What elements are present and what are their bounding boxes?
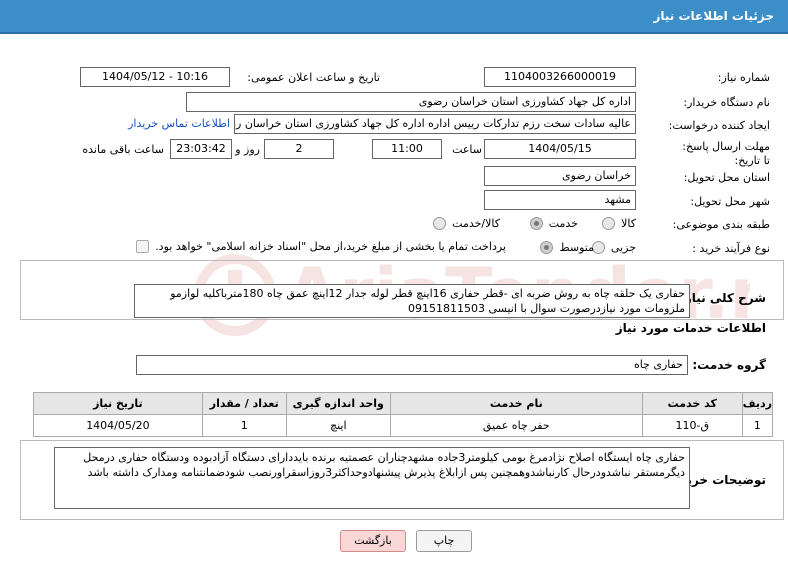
cell-service-name: حفر چاه عمیق: [389, 414, 643, 437]
col-need-date: تاریخ نیاز: [33, 392, 203, 415]
radio-service[interactable]: [529, 217, 543, 230]
days-field: 2: [264, 139, 334, 159]
cell-quantity: 1: [201, 414, 287, 437]
treasury-payment-option[interactable]: پرداخت تمام یا بخشی از مبلغ خرید،از محل …: [136, 240, 506, 253]
buyer-contact-link[interactable]: اطلاعات تماس خریدار: [128, 117, 230, 130]
category-option-service-label: خدمت: [548, 217, 578, 230]
category-option-goods-service-label: کالا/خدمت: [452, 217, 500, 230]
days-label: روز و: [235, 143, 260, 156]
service-group-field: حفاری چاه: [136, 355, 688, 375]
city-label: شهر محل تحویل:: [690, 195, 770, 208]
table-row: 1 ق-110 حفر چاه عمیق اینچ 1 1404/05/20: [33, 414, 774, 437]
col-unit: واحد اندازه گیری: [285, 392, 391, 415]
deadline-date-field: 1404/05/15: [484, 139, 636, 159]
services-table: ردیف کد خدمت نام خدمت واحد اندازه گیری ت…: [33, 392, 774, 437]
deadline-time-field: 11:00: [372, 139, 442, 159]
process-option-medium[interactable]: متوسط: [540, 241, 594, 254]
creator-label: ایجاد کننده درخواست:: [668, 119, 770, 132]
announce-field: 1404/05/12 - 10:16: [80, 67, 230, 87]
province-label: استان محل تحویل:: [683, 171, 770, 184]
category-option-goods-service[interactable]: کالا/خدمت: [433, 217, 500, 230]
services-section-title: اطلاعات خدمات مورد نیاز: [615, 321, 766, 335]
buyer-org-field: اداره کل جهاد کشاورزی استان خراسان رضوی: [186, 92, 636, 112]
col-row: ردیف: [741, 392, 774, 415]
need-number-label: شماره نیاز:: [717, 71, 770, 84]
treasury-payment-note: پرداخت تمام یا بخشی از مبلغ خرید،از محل …: [155, 240, 506, 253]
category-option-goods-label: کالا: [621, 217, 636, 230]
page-title: جزئیات اطلاعات نیاز: [653, 9, 774, 23]
radio-goods[interactable]: [602, 217, 616, 230]
category-option-service[interactable]: خدمت: [529, 217, 578, 230]
col-service-name: نام خدمت: [389, 392, 643, 415]
print-button[interactable]: چاپ: [416, 530, 472, 552]
cell-unit: اینچ: [285, 414, 391, 437]
buyer-notes-text: حفاری چاه ایستگاه اصلاح نژادمرغ بومی کیل…: [54, 447, 690, 509]
col-quantity: تعداد / مقدار: [201, 392, 287, 415]
summary-label: شرح کلی نیاز:: [680, 291, 766, 305]
page-header: جزئیات اطلاعات نیاز: [0, 0, 788, 34]
deadline-label: مهلت ارسال پاسخ: تا تاریخ:: [682, 140, 770, 167]
announce-label: تاریخ و ساعت اعلان عمومی:: [247, 71, 380, 84]
category-option-goods[interactable]: کالا: [602, 217, 636, 230]
category-label: طبقه بندی موضوعی:: [672, 218, 770, 231]
remaining-time-field: 23:03:42: [170, 139, 232, 159]
back-button[interactable]: بازگشت: [340, 530, 406, 552]
deadline-time-label: ساعت: [452, 143, 482, 156]
radio-goods-service[interactable]: [433, 217, 447, 230]
radio-medium[interactable]: [540, 241, 554, 254]
cell-need-date: 1404/05/20: [33, 414, 203, 437]
summary-text: حفاری یک حلقه چاه به روش ضربه ای -قطر حف…: [134, 284, 690, 318]
service-group-label: گروه خدمت:: [692, 358, 766, 372]
process-label: نوع فرآیند خرید :: [692, 242, 770, 255]
treasury-payment-checkbox[interactable]: [136, 240, 150, 253]
creator-field: عالیه سادات سخت رزم تدارکات رییس اداره ا…: [234, 114, 636, 134]
cell-row: 1: [741, 414, 774, 437]
process-option-minor-label: جزیی: [610, 241, 636, 254]
process-option-medium-label: متوسط: [559, 241, 594, 254]
province-field: خراسان رضوی: [484, 166, 636, 186]
process-option-minor[interactable]: جزیی: [591, 241, 636, 254]
buyer-org-label: نام دستگاه خریدار:: [683, 96, 770, 109]
remaining-label: ساعت باقی مانده: [82, 143, 164, 156]
cell-service-code: ق-110: [641, 414, 743, 437]
table-header-row: ردیف کد خدمت نام خدمت واحد اندازه گیری ت…: [33, 392, 774, 415]
city-field: مشهد: [484, 190, 636, 210]
col-service-code: کد خدمت: [641, 392, 743, 415]
need-number-field: 1104003266000019: [484, 67, 636, 87]
